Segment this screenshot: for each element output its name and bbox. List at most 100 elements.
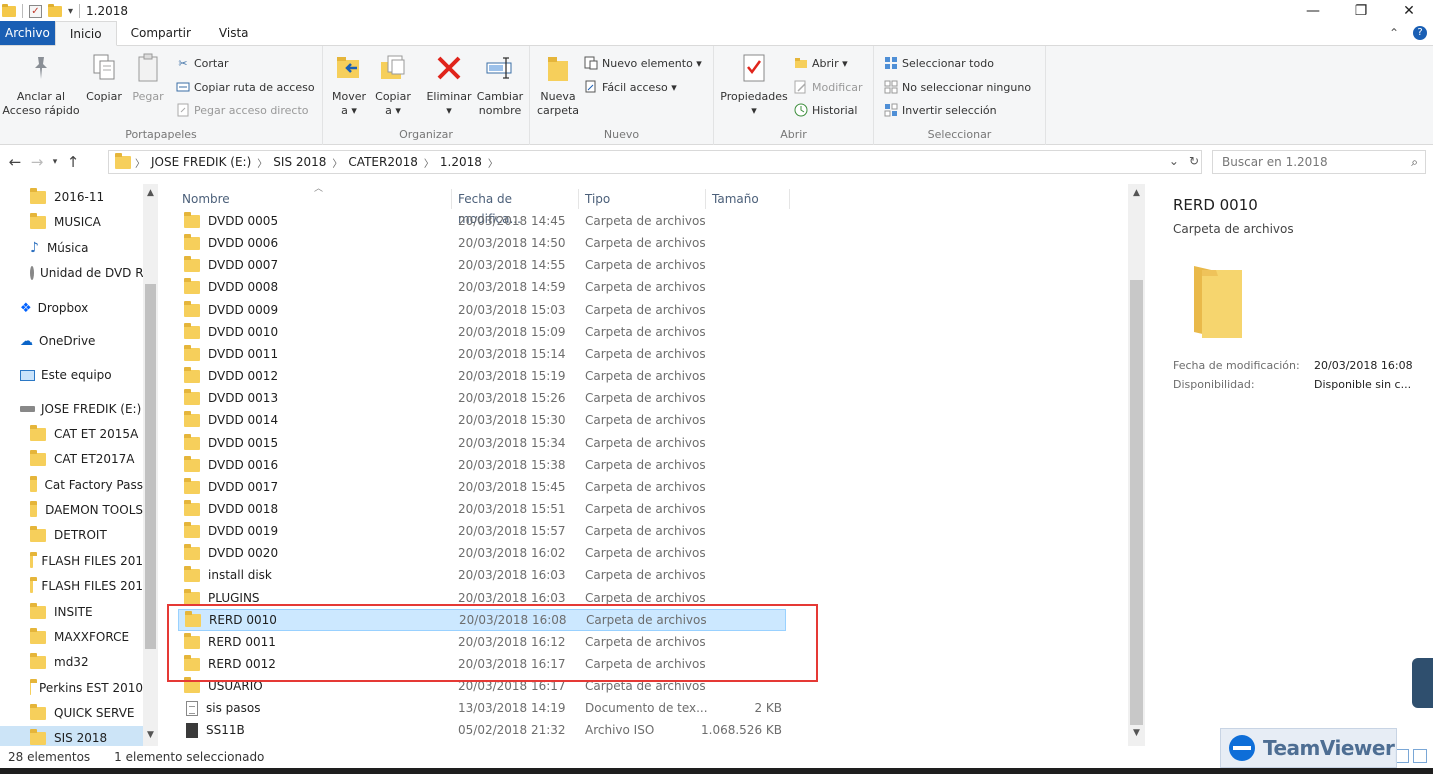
address-bar[interactable]: 〉 JOSE FREDIK (E:) 〉 SIS 2018 〉 CATER201… (108, 150, 1202, 174)
cut-button[interactable]: ✂ Cortar (176, 56, 228, 70)
back-arrow-icon[interactable]: ← (4, 153, 26, 171)
table-row[interactable]: DVDD 0016 20/03/2018 15:38 Carpeta de arch… (178, 454, 786, 476)
delete-button[interactable]: Eliminar ▾ (425, 52, 473, 118)
history-button[interactable]: Historial (794, 103, 857, 117)
table-row[interactable]: DVDD 0009 20/03/2018 15:03 Carpeta de arch… (178, 299, 786, 321)
chevron-right-icon[interactable]: 〉 (332, 155, 342, 170)
nav-item[interactable]: ♪ Música (0, 236, 143, 260)
scroll-up-arrow-icon[interactable]: ▲ (1129, 188, 1144, 198)
table-row[interactable]: DVDD 0005 20/03/2018 14:45 Carpeta de arch… (178, 210, 786, 232)
customize-toolbar-chevron-icon[interactable]: ▾ (68, 6, 73, 17)
rename-button[interactable]: Cambiar nombre (475, 52, 525, 118)
recent-locations-chevron-icon[interactable]: ▾ (48, 157, 62, 167)
nav-item[interactable]: MUSICA (0, 210, 143, 234)
file-list-scroll-thumb[interactable] (1130, 280, 1143, 725)
nav-item[interactable]: Este equipo (0, 363, 143, 387)
breadcrumb-cater2018[interactable]: CATER2018 (342, 155, 423, 169)
search-input[interactable]: Buscar en 1.2018 ⌕ (1212, 150, 1426, 174)
address-dropdown-chevron-icon[interactable]: ⌄ (1169, 154, 1179, 168)
tab-inicio[interactable]: Inicio (54, 21, 117, 46)
nav-item[interactable]: FLASH FILES 201 (0, 549, 143, 573)
minimize-button[interactable]: — (1289, 0, 1337, 22)
nav-item[interactable]: Unidad de DVD R (0, 261, 144, 285)
table-row[interactable]: DVDD 0013 20/03/2018 15:26 Carpeta de arch… (178, 387, 786, 409)
select-none-button[interactable]: No seleccionar ninguno (884, 80, 1031, 94)
table-row[interactable]: DVDD 0007 20/03/2018 14:55 Carpeta de arch… (178, 254, 786, 276)
edit-button[interactable]: Modificar (794, 80, 863, 94)
properties-button[interactable]: Propiedades ▾ (718, 52, 790, 118)
nav-item[interactable]: ☁ OneDrive (0, 329, 143, 353)
nav-item[interactable]: Perkins EST 2010 (0, 676, 143, 700)
table-row[interactable]: sis pasos 13/03/2018 14:19 Documento de te… (178, 697, 786, 719)
help-icon[interactable]: ? (1413, 26, 1427, 40)
select-all-button[interactable]: Seleccionar todo (884, 56, 994, 70)
close-button[interactable]: ✕ (1385, 0, 1433, 22)
table-row[interactable]: DVDD 0018 20/03/2018 15:51 Carpeta de arch… (178, 498, 786, 520)
nav-item[interactable]: INSITE (0, 600, 143, 624)
chevron-right-icon[interactable]: 〉 (135, 155, 145, 170)
maximize-button[interactable]: ❐ (1337, 0, 1385, 22)
pin-quick-access-button[interactable]: Anclar al Acceso rápido (2, 52, 80, 118)
table-row[interactable]: DVDD 0020 20/03/2018 16:02 Carpeta de arch… (178, 542, 786, 564)
refresh-icon[interactable]: ↻ (1189, 154, 1199, 168)
table-row[interactable]: DVDD 0019 20/03/2018 15:57 Carpeta de arch… (178, 520, 786, 542)
column-header-type[interactable]: Tipo (579, 189, 706, 209)
column-header-size[interactable]: Tamaño (706, 189, 790, 209)
table-row[interactable]: DVDD 0006 20/03/2018 14:50 Carpeta de arch… (178, 232, 786, 254)
nav-item[interactable]: DETROIT (0, 523, 143, 547)
paste-button[interactable]: Pegar (128, 52, 168, 104)
teamviewer-side-panel-tab[interactable] (1412, 658, 1433, 708)
column-header-name[interactable]: Nombre (176, 189, 452, 209)
nav-item[interactable]: 2016-11 (0, 185, 143, 209)
large-icons-view-icon[interactable] (1413, 749, 1427, 763)
table-row[interactable]: DVDD 0014 20/03/2018 15:30 Carpeta de arch… (178, 409, 786, 431)
nav-item[interactable]: CAT ET2017A (0, 447, 143, 471)
table-row[interactable]: SS11B 05/02/2018 21:32 Archivo ISO 1.068.52… (178, 719, 786, 741)
forward-arrow-icon[interactable]: → (26, 153, 48, 171)
nav-item[interactable]: SIS 2018 (0, 726, 143, 746)
easy-access-button[interactable]: Fácil acceso ▾ (584, 80, 677, 94)
nav-item[interactable]: CAT ET 2015A (0, 422, 143, 446)
tab-archivo[interactable]: Archivo (0, 21, 55, 45)
table-row[interactable]: DVDD 0015 20/03/2018 15:34 Carpeta de arch… (178, 432, 786, 454)
chevron-right-icon[interactable]: 〉 (257, 155, 267, 170)
scroll-up-arrow-icon[interactable]: ▲ (143, 188, 158, 198)
nav-item[interactable]: FLASH FILES 201 (0, 574, 143, 598)
new-item-button[interactable]: Nuevo elemento ▾ (584, 56, 702, 70)
copy-to-button[interactable]: Copiar a ▾ (373, 52, 413, 118)
navigation-pane-scroll-thumb[interactable] (145, 284, 156, 649)
collapse-ribbon-chevron-icon[interactable]: ⌃ (1389, 26, 1399, 40)
paste-shortcut-button[interactable]: Pegar acceso directo (176, 103, 309, 117)
up-arrow-icon[interactable]: ↑ (62, 153, 84, 171)
open-button[interactable]: Abrir ▾ (794, 56, 848, 70)
nav-item[interactable]: ❖ Dropbox (0, 296, 143, 320)
breadcrumb-current[interactable]: 1.2018 (434, 155, 488, 169)
table-row[interactable]: DVDD 0008 20/03/2018 14:59 Carpeta de arch… (178, 276, 786, 298)
breadcrumb-sis-2018[interactable]: SIS 2018 (267, 155, 332, 169)
chevron-right-icon[interactable]: 〉 (424, 155, 434, 170)
tab-vista[interactable]: Vista (205, 21, 263, 45)
copy-path-button[interactable]: Copiar ruta de acceso (176, 80, 315, 94)
table-row[interactable]: DVDD 0017 20/03/2018 15:45 Carpeta de arch… (178, 476, 786, 498)
nav-item[interactable]: DAEMON TOOLS (0, 498, 143, 522)
nav-item[interactable]: JOSE FREDIK (E:) (0, 397, 143, 421)
scroll-down-arrow-icon[interactable]: ▼ (1129, 728, 1144, 738)
properties-quick-icon[interactable]: ✓ (29, 4, 42, 18)
nav-item[interactable]: QUICK SERVE (0, 701, 143, 725)
table-row[interactable]: DVDD 0011 20/03/2018 15:14 Carpeta de arch… (178, 343, 786, 365)
nav-item[interactable]: MAXXFORCE (0, 625, 143, 649)
details-view-icon[interactable] (1395, 749, 1409, 763)
tab-compartir[interactable]: Compartir (117, 21, 205, 45)
table-row[interactable]: DVDD 0012 20/03/2018 15:19 Carpeta de arch… (178, 365, 786, 387)
column-header-date[interactable]: Fecha de modifica... (452, 189, 579, 226)
new-folder-quick-icon[interactable] (48, 3, 62, 17)
copy-button[interactable]: Copiar (84, 52, 124, 104)
nav-item[interactable]: Cat Factory Pass (0, 473, 143, 497)
scroll-down-arrow-icon[interactable]: ▼ (143, 730, 158, 740)
breadcrumb-drive[interactable]: JOSE FREDIK (E:) (145, 155, 257, 169)
chevron-right-icon[interactable]: 〉 (488, 155, 498, 170)
new-folder-button[interactable]: Nueva carpeta (534, 52, 582, 118)
table-row[interactable]: DVDD 0010 20/03/2018 15:09 Carpeta de arch… (178, 321, 786, 343)
search-icon[interactable]: ⌕ (1411, 151, 1418, 173)
move-to-button[interactable]: Mover a ▾ (329, 52, 369, 118)
